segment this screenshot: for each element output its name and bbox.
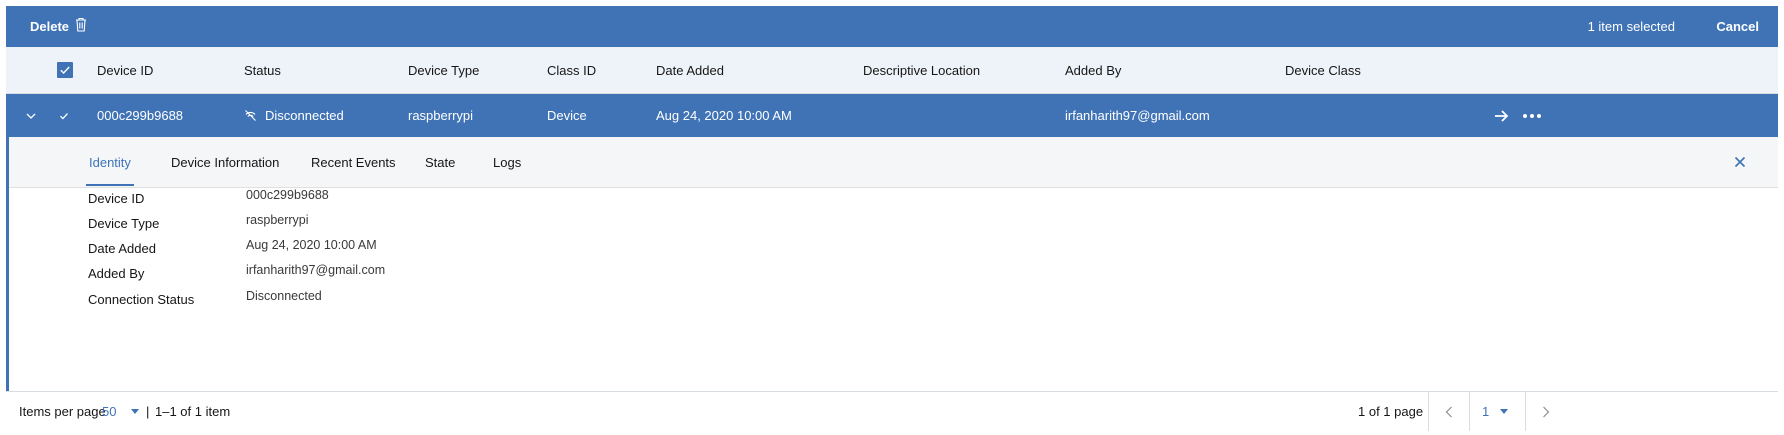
select-all-checkbox[interactable] [57,62,73,78]
caret-down-icon[interactable] [129,392,141,431]
column-header-date-added[interactable]: Date Added [656,47,724,94]
item-range-text: 1–1 of 1 item [155,404,231,419]
pagination-bar: Items per page 50 | 1–1 of 1 item 1 of 1… [6,391,1778,431]
caret-down-icon[interactable] [1498,392,1510,431]
tab-device-information[interactable]: Device Information [171,137,279,188]
cell-device-id: 000c299b9688 [97,108,184,123]
column-header-descriptive-location[interactable]: Descriptive Location [863,47,980,94]
column-header-status[interactable]: Status [244,47,281,94]
checkmark-icon [60,66,70,75]
table-row[interactable]: 000c299b9688 Disconnected raspberrypi De… [6,94,1778,137]
field-value-connection-status: Disconnected [246,289,322,303]
field-label-device-id: Device ID [88,191,145,206]
items-per-page-label: Items per page [19,404,106,419]
batch-action-bar: Delete 1 item selected Cancel [6,6,1778,47]
column-header-device-type[interactable]: Device Type [408,47,479,94]
cancel-button[interactable]: Cancel [1716,6,1759,47]
cell-status: Disconnected [265,108,344,123]
tab-identity[interactable]: Identity [86,137,134,188]
field-value-date-added: Aug 24, 2020 10:00 AM [246,238,377,252]
pagination-divider [1469,392,1470,431]
chevron-right-icon[interactable] [1526,392,1566,431]
table-header-row: Device ID Status Device Type Class ID Da… [6,47,1778,94]
field-label-added-by: Added By [88,266,145,281]
overflow-menu-icon[interactable] [1522,94,1542,137]
field-value-device-id: 000c299b9688 [246,188,329,202]
page-select[interactable]: 1 [1482,392,1489,432]
detail-tabs: Identity Device Information Recent Event… [9,137,1778,188]
checkmark-icon[interactable] [58,94,70,137]
page-of-text: 1 of 1 page [1358,404,1424,419]
chevron-left-icon[interactable] [1429,392,1469,431]
chevron-down-icon[interactable] [25,94,37,137]
pagination-separator: | [146,404,150,419]
column-header-device-class[interactable]: Device Class [1285,47,1361,94]
field-label-device-type: Device Type [88,216,160,231]
tab-state[interactable]: State [425,137,455,188]
column-header-class-id[interactable]: Class ID [547,47,596,94]
cell-class-id: Device [547,108,587,123]
field-value-device-type: raspberrypi [246,213,309,227]
cell-added-by: irfanharith97@gmail.com [1065,108,1210,123]
tab-recent-events[interactable]: Recent Events [311,137,396,188]
cell-date-added: Aug 24, 2020 10:00 AM [656,108,792,123]
field-label-connection-status: Connection Status [88,292,195,307]
tab-logs[interactable]: Logs [493,137,521,188]
expanded-row-panel: Identity Device Information Recent Event… [6,137,1778,391]
disconnected-icon [244,94,257,137]
field-value-added-by: irfanharith97@gmail.com [246,263,386,277]
items-per-page-select[interactable]: 50 [102,392,116,432]
cell-device-type: raspberrypi [408,108,474,123]
column-header-device-id[interactable]: Device ID [97,47,153,94]
arrow-right-icon[interactable] [1494,94,1509,137]
delete-button[interactable]: Delete [30,6,87,47]
delete-button-label: Delete [30,19,70,34]
column-header-added-by[interactable]: Added By [1065,47,1121,94]
field-label-date-added: Date Added [88,241,156,256]
trash-icon [75,17,87,37]
selected-count-text: 1 item selected [1587,19,1675,34]
close-icon[interactable] [1730,152,1750,172]
